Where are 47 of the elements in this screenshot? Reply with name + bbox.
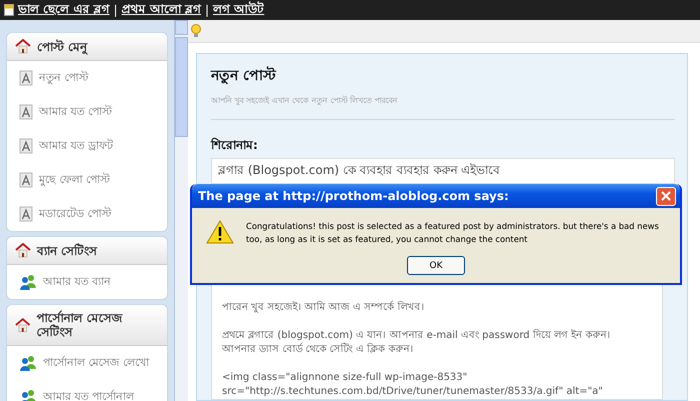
house-icon [15, 318, 31, 332]
form-subtitle: আপনি খুব সহজেই এখান থেকে নতুন পোস্ট লিখতে পারবেন [211, 94, 398, 107]
warning-icon [206, 220, 234, 244]
users-icon [19, 355, 37, 371]
panel-title: পোস্ট মেনু [37, 40, 88, 54]
users-icon [19, 274, 37, 290]
dialog-message: Congratulations! this post is selected as a featured post by administrators. but there's a bad news too, as long as it is set as featured, you cannot change the content [246, 220, 660, 246]
top-link[interactable]: লগ আউট [213, 0, 264, 20]
document-icon [19, 70, 33, 86]
dialog-title: The page at http://prothom-aloblog.com says: [198, 189, 509, 203]
body-text-line: <img class="alignnone size-full wp-image-8533" [222, 371, 468, 385]
users-icon [19, 389, 37, 401]
form-title: নতুন পোস্ট [211, 65, 278, 86]
close-button[interactable] [656, 186, 676, 206]
body-text-line: src="http://s.techtunes.com.bd/tDrive/tuner/tunemaster/8533/a.gif" alt="a" [222, 385, 604, 399]
top-link[interactable]: ভাল ছেলে এর ব্লগ [18, 0, 110, 20]
lightbulb-icon[interactable] [190, 24, 202, 38]
body-text-line: প্রথমে ব্লগারে (blogspot.com) এ যান। আপনার e-mail এবং password দিয়ে লগ ইন করুন। [222, 329, 612, 342]
menu-item[interactable]: মডারেটেড পোস্ট [7, 197, 167, 231]
scroll-up-button[interactable] [175, 20, 188, 35]
menu-item[interactable]: আমার যত পার্সোনাল [7, 380, 167, 401]
link-separator: | [204, 3, 209, 17]
document-icon [19, 104, 33, 120]
body-text-line: পারেন খুব সহজেই। আমি আজ এ সম্পর্কে লিখব। [222, 301, 426, 315]
menu-item[interactable]: আমার যত ব্যান [7, 265, 167, 299]
scrollbar[interactable] [174, 20, 188, 401]
document-icon [19, 138, 33, 154]
ok-button[interactable]: OK [407, 256, 465, 275]
body-text-line: আপনার ড্যাস বোর্ড থেকে সেটিং এ ক্লিক করুন। [222, 343, 414, 357]
panel-title: ব্যান সেটিংস [37, 244, 98, 258]
document-icon [19, 206, 33, 222]
page-icon [4, 4, 14, 16]
house-icon [15, 243, 31, 258]
panel-title: পার্সোনাল মেসেজ সেটিংস [36, 311, 124, 339]
menu-item[interactable]: মুছে ফেলা পোস্ট [7, 163, 167, 197]
close-icon [661, 191, 671, 201]
top-link[interactable]: প্রথম আলো ব্লগ [122, 0, 201, 20]
scroll-thumb[interactable] [175, 37, 188, 137]
title-label: শিরোনাম: [211, 136, 259, 154]
title-input[interactable]: ব্লগার (Blogspot.com) কে ব্যবহার ব্যবহার করুন এইভাবে [211, 158, 675, 184]
menu-item[interactable]: পার্সোনাল মেসেজ লেখো [7, 346, 167, 380]
house-icon [15, 39, 31, 54]
document-icon [19, 172, 33, 188]
menu-item[interactable]: আমার যত ড্রাফট [7, 129, 167, 163]
menu-item[interactable]: নতুন পোস্ট [7, 61, 167, 95]
menu-item[interactable]: আমার যত পোস্ট [7, 95, 167, 129]
link-separator: | [114, 3, 118, 17]
